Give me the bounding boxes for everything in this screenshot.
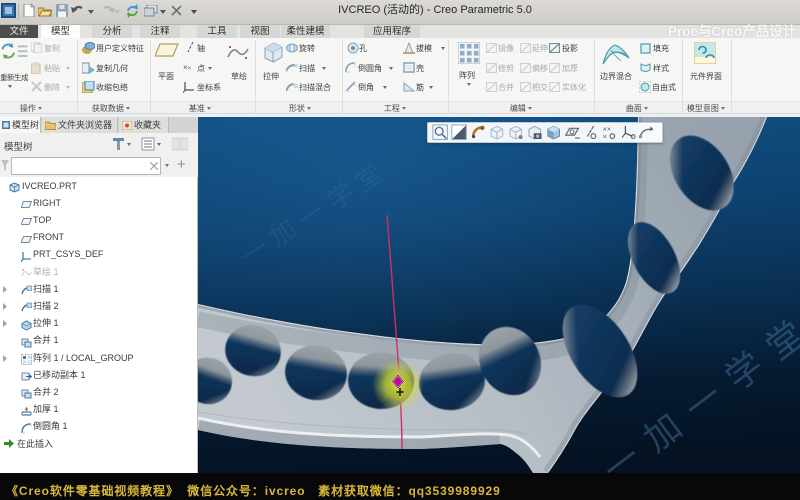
- svg-text:××: ××: [183, 63, 192, 72]
- svg-text:×: ×: [603, 132, 607, 141]
